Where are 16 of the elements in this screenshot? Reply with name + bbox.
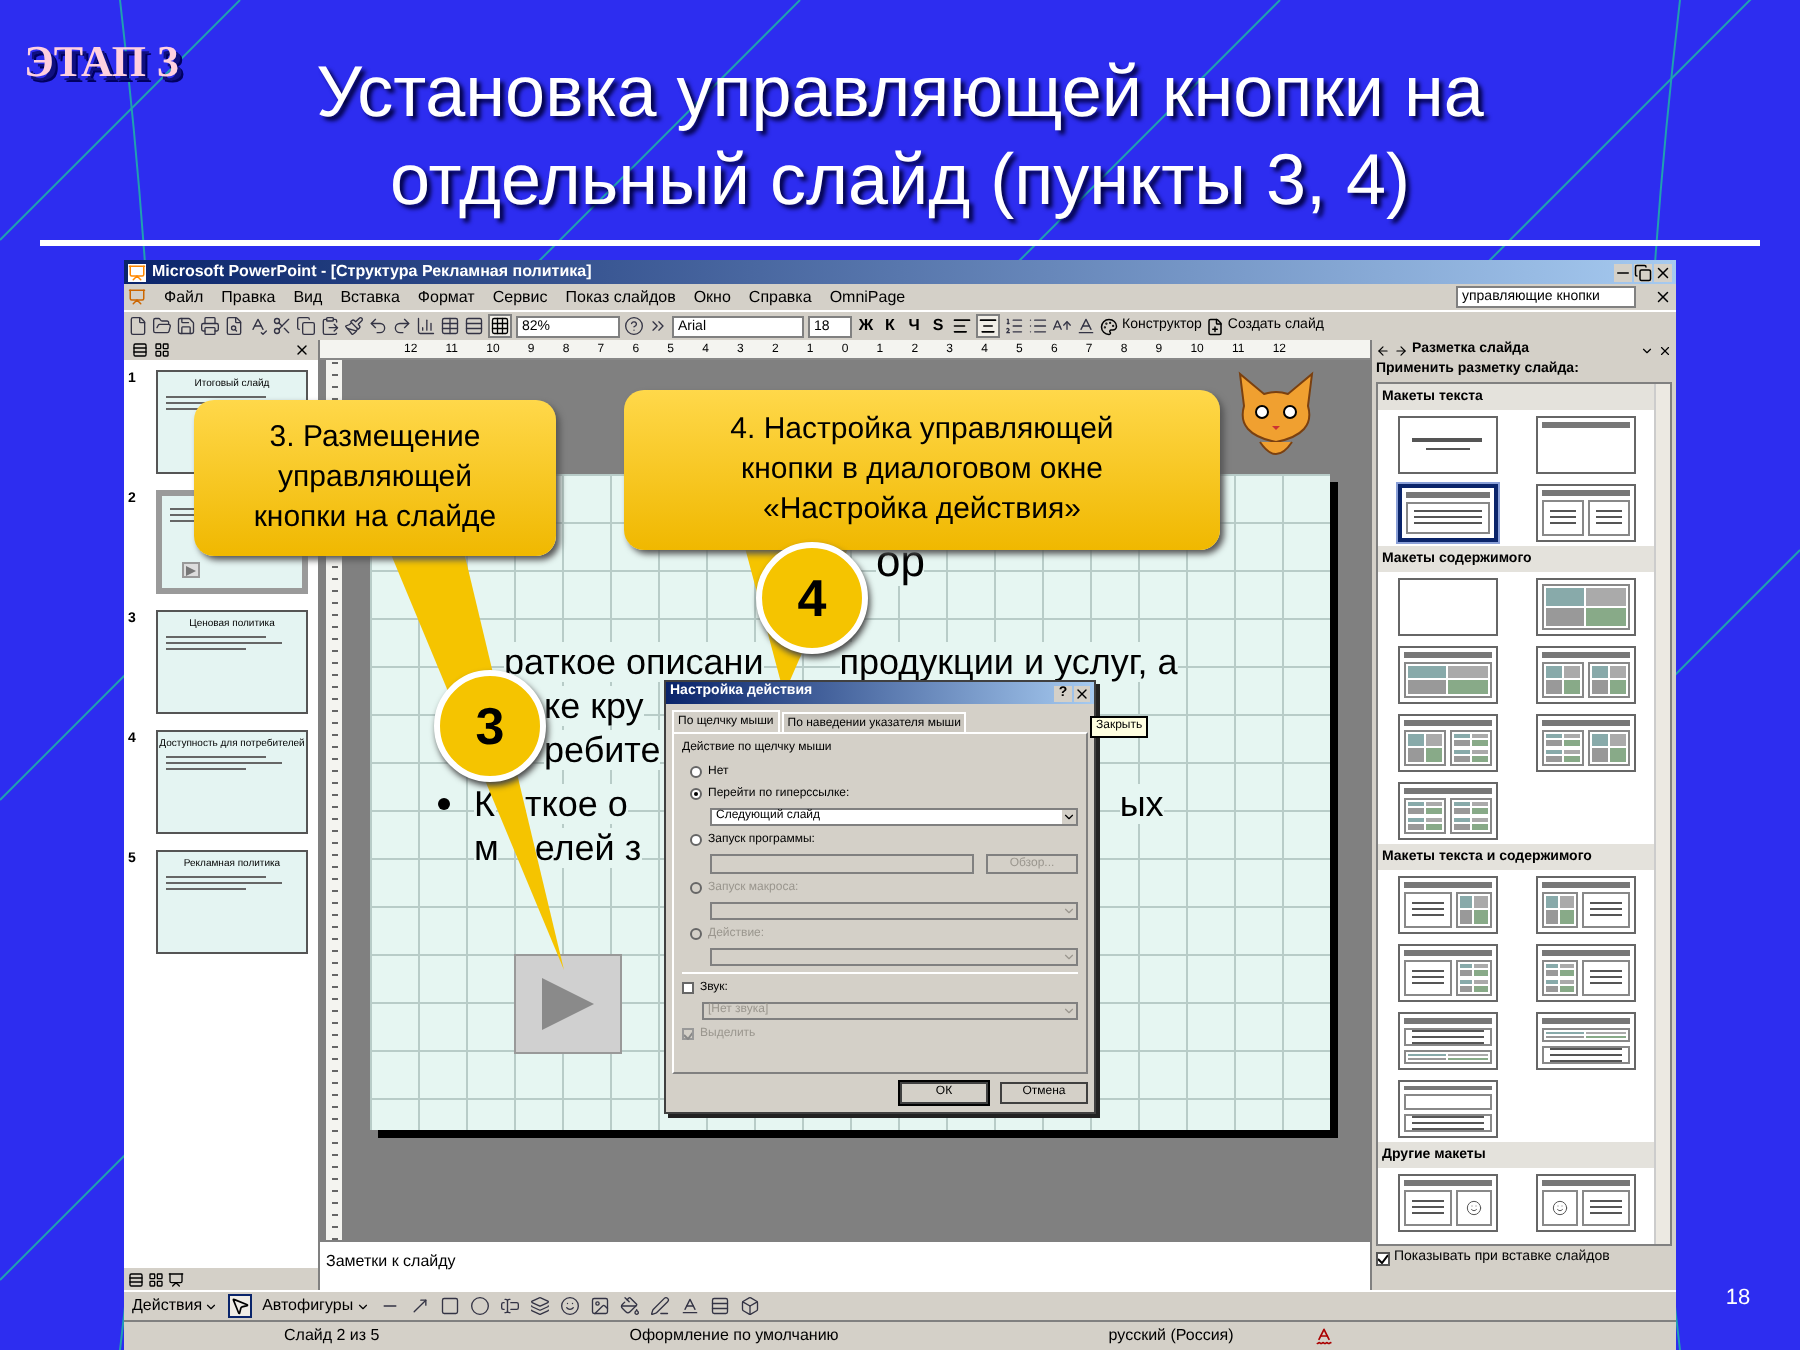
slide-text: ке кру <box>544 686 644 726</box>
slide-text: ребите <box>544 730 661 770</box>
slide-text: раткое описани <box>504 642 764 682</box>
slide-text: ых <box>1119 784 1164 824</box>
page-number: 18 <box>1725 1283 1751 1313</box>
slide-text: ткое о <box>525 784 628 824</box>
status-text: русский (Россия) <box>1108 1324 1234 1348</box>
callout-text: 3. Размещение управляющей кнопки на слайде <box>251 418 499 538</box>
status-text: Оформление по умолчанию <box>629 1324 839 1348</box>
slide-heading: Установка управляющей кнопки на отдельный слайд (пункты 3, 4) <box>314 48 1486 224</box>
stage-logo: ЭТАП 3 <box>24 36 179 86</box>
window-title: Microsoft PowerPoint - [Структура Рекламная политика] <box>152 260 592 284</box>
slide-text: продукции и услуг, а <box>839 642 1178 682</box>
status-text: Слайд 2 из 5 <box>284 1324 380 1348</box>
slide-text: елей з <box>534 828 642 868</box>
callout-text: 4. Настройка управляющей кнопки в диалоговом окне «Настройка действия» <box>728 410 1116 530</box>
